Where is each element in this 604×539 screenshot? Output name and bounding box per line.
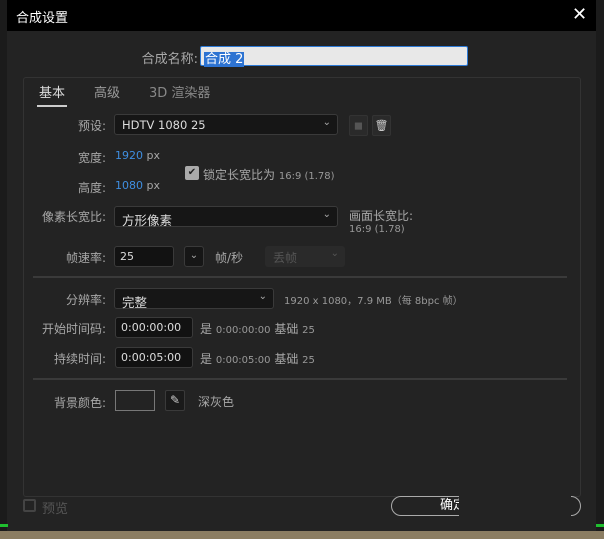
resolution-info: 1920 x 1080，7.9 MB（每 8bpc 帧）: [284, 296, 463, 307]
background-color-name: 深灰色: [198, 395, 235, 409]
base-label: 基础: [274, 352, 299, 366]
start-timecode-label: 开始时间码:: [41, 322, 106, 336]
preview-label: 预览: [42, 502, 69, 517]
drop-frame-dropdown[interactable]: 丢帧 ⌄: [265, 246, 345, 267]
start-timecode-input[interactable]: 0:00:00:00: [115, 317, 193, 338]
comp-name-label: 合成名称:: [141, 52, 198, 67]
resolution-value: 完整: [122, 295, 148, 310]
resolution-label: 分辨率:: [65, 293, 106, 307]
height-label: 高度:: [77, 181, 106, 195]
lock-aspect-label: 锁定长宽比为: [203, 168, 276, 182]
is-label: 是: [200, 322, 213, 336]
duration-equiv: 0:00:05:00: [215, 355, 271, 366]
start-timecode-equiv: 0:00:00:00: [215, 325, 271, 336]
dialog-title: 合成设置: [16, 11, 69, 26]
is-label: 是: [200, 352, 213, 366]
title-bar: [7, 0, 596, 31]
frame-rate-dropdown[interactable]: ⌄: [184, 246, 204, 267]
frame-aspect-label: 画面长宽比:: [349, 209, 414, 223]
tab-3d-renderer[interactable]: 3D 渲染器: [149, 82, 210, 101]
start-timecode-base: 25: [302, 325, 315, 336]
width-unit: px: [146, 149, 161, 162]
width-value[interactable]: 1920: [115, 149, 143, 162]
eyedropper-icon[interactable]: ✎: [165, 390, 185, 411]
duration-input[interactable]: 0:00:05:00: [115, 347, 193, 368]
resolution-dropdown[interactable]: 完整 ⌄: [114, 288, 274, 310]
duration-base: 25: [302, 355, 315, 366]
preset-value: HDTV 1080 25: [122, 118, 206, 132]
width-label: 宽度:: [77, 151, 106, 165]
drop-frame-value: 丢帧: [273, 251, 298, 265]
preset-label: 预设:: [77, 119, 106, 133]
pixel-aspect-label: 像素长宽比:: [41, 210, 106, 224]
base-label: 基础: [274, 322, 299, 336]
height-value[interactable]: 1080: [115, 179, 143, 192]
width-field[interactable]: 1920 px: [115, 149, 160, 162]
chevron-down-icon: ⌄: [330, 248, 339, 259]
pixel-aspect-value: 方形像素: [122, 213, 173, 228]
settings-panel: [23, 77, 581, 497]
frame-rate-input[interactable]: 25: [114, 246, 174, 267]
render-overlay: [459, 486, 571, 531]
close-icon[interactable]: ✕: [572, 4, 587, 25]
frame-aspect-value: 16:9 (1.78): [349, 224, 405, 235]
chevron-down-icon: ⌄: [322, 117, 331, 128]
pixel-aspect-dropdown[interactable]: 方形像素 ⌄: [114, 206, 338, 228]
ok-button[interactable]: 确定: [391, 496, 466, 516]
tab-advanced[interactable]: 高级: [94, 82, 120, 101]
duration-label: 持续时间:: [53, 352, 106, 366]
tab-basic[interactable]: 基本: [37, 82, 68, 107]
comp-name-input[interactable]: 合成 2: [200, 46, 468, 67]
divider: [33, 378, 567, 380]
start-timecode-info: 是 0:00:00:00 基础 25: [200, 320, 315, 337]
chevron-down-icon: ⌄: [258, 291, 267, 302]
lock-aspect-checkbox[interactable]: ✔: [185, 166, 199, 180]
preview-checkbox[interactable]: [23, 499, 36, 512]
save-preset-icon[interactable]: ◼: [349, 115, 368, 136]
height-field[interactable]: 1080 px: [115, 179, 160, 192]
frame-rate-unit: 帧/秒: [215, 251, 244, 265]
height-unit: px: [146, 179, 161, 192]
lock-aspect-ratio: 16:9 (1.78): [278, 171, 335, 182]
timeline-bar: [596, 524, 604, 527]
background-strip: [0, 531, 604, 539]
duration-info: 是 0:00:05:00 基础 25: [200, 350, 315, 367]
frame-rate-label: 帧速率:: [65, 251, 106, 265]
preset-dropdown[interactable]: HDTV 1080 25 ⌄: [114, 114, 338, 135]
divider: [33, 276, 567, 278]
comp-name-value: 合成 2: [204, 52, 245, 67]
timeline-bar: [0, 524, 8, 527]
background-color-swatch[interactable]: [115, 390, 155, 411]
delete-preset-icon[interactable]: 🗑: [372, 115, 391, 136]
chevron-down-icon: ⌄: [322, 209, 331, 220]
lock-aspect-text: 锁定长宽比为 16:9 (1.78): [203, 166, 335, 183]
background-color-label: 背景颜色:: [53, 396, 106, 410]
